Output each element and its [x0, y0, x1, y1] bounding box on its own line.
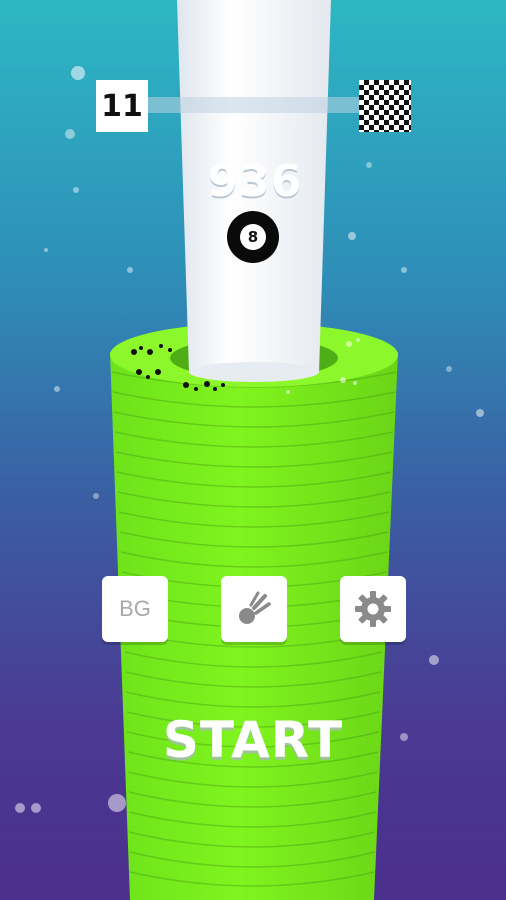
current-level-badge: 11	[96, 80, 148, 132]
settings-button[interactable]	[340, 576, 406, 642]
level-progress-bar	[148, 97, 360, 113]
background-button[interactable]: BG	[102, 576, 168, 642]
ball-number: 8	[240, 224, 266, 250]
ball-skin-icon	[239, 591, 271, 624]
start-button[interactable]: START	[150, 700, 356, 780]
ball-skins-button[interactable]	[221, 576, 287, 642]
gear-icon	[355, 591, 391, 627]
eight-ball-icon: 8	[227, 211, 279, 263]
background-button-label: BG	[119, 596, 151, 621]
current-level-number: 11	[101, 88, 143, 124]
finish-flag-icon	[359, 80, 411, 132]
score-counter: 936	[207, 156, 303, 207]
